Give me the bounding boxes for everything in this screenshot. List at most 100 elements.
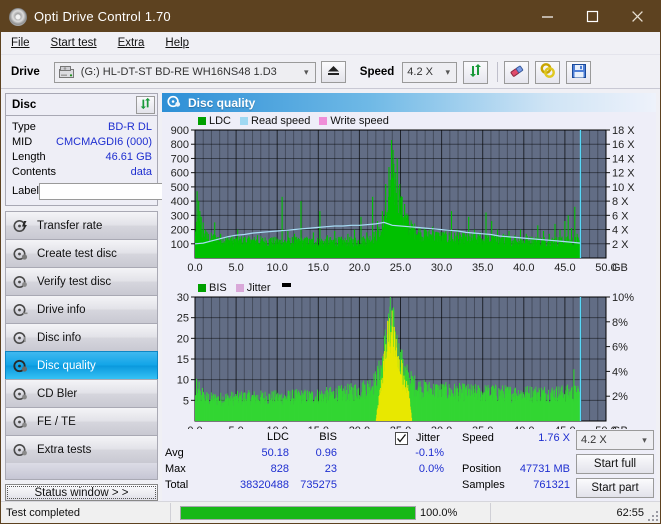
svg-text:5: 5 (183, 395, 189, 407)
disc-label-key: Label (12, 185, 39, 197)
jitter-label: Jitter (416, 432, 440, 444)
stats-col-ldc: LDC (266, 431, 289, 443)
start-part-button[interactable]: Start part (576, 478, 654, 498)
svg-text:600: 600 (171, 168, 189, 180)
ldc-plot-wrap: 100 200 300 400 500 600 700 800 900 2 X 4 X 6 X 8 X 1… (162, 112, 659, 279)
ldc-plot: 100 200 300 400 500 600 700 800 900 2 X 4 X 6 X 8 X 1… (171, 125, 636, 274)
svg-text:2%: 2% (612, 391, 628, 403)
refresh-button[interactable] (463, 60, 489, 84)
stats-avg-bis: 0.96 (315, 447, 337, 459)
disc-row-mid: MID CMCMAGDI6 (000) (12, 134, 152, 149)
app-disc-icon (9, 7, 27, 26)
status-bar: Test completed 100.0% 62:55 (1, 501, 660, 523)
disc-label-row: Label (12, 181, 241, 201)
disc-info-rows: Type BD-R DL MID CMCMAGDI6 (000) Length … (6, 116, 241, 205)
disc-row-contents-value: data (130, 165, 152, 178)
sidebar-item-fe-te[interactable]: FE / TE (5, 407, 158, 435)
sidebar-item-transfer-rate[interactable]: Transfer rate (5, 211, 158, 239)
speed-label: Speed (359, 66, 395, 78)
bitsetting-button[interactable] (535, 60, 561, 84)
sidebar-item-label: CD Bler (37, 387, 78, 400)
menu-help-label: Help (165, 37, 190, 49)
svg-text:25.0: 25.0 (390, 262, 411, 274)
erase-button[interactable] (504, 60, 530, 84)
content-panel: Disc quality LDC Read speed Write speed … (162, 93, 656, 501)
svg-text:12 X: 12 X (612, 168, 635, 180)
disc-row-mid-value: CMCMAGDI6 (000) (56, 135, 152, 148)
test-speed-select[interactable]: 4.2 X ▾ (576, 430, 654, 450)
disc-icon (13, 331, 28, 345)
drive-select-value: (G:) HL-DT-ST BD-RE WH16NS48 1.D3 (80, 66, 277, 78)
svg-text:400: 400 (171, 196, 189, 208)
bitsetting-icon (540, 63, 556, 81)
start-part-label: Start part (591, 482, 639, 494)
svg-text:GB: GB (612, 262, 628, 274)
chevron-down-icon: ▾ (642, 434, 647, 445)
status-window-button[interactable]: Status window > > (5, 484, 158, 501)
position-stat-label: Position (462, 463, 502, 475)
sidebar-item-disc-quality[interactable]: Disc quality (5, 351, 158, 379)
drive-toolbar: Drive (G:) HL-DT-ST BD-RE WH16NS48 1.D3 … (1, 55, 660, 89)
stats-panel: LDC BIS Avg Max Total 50.18 828 38320488… (162, 429, 656, 501)
disc-refresh-button[interactable] (136, 95, 155, 114)
menu-extra-label: Extra (117, 37, 145, 49)
sidebar-item-create-test-disc[interactable]: Create test disc (5, 239, 158, 267)
sidebar-item-label: Disc quality (37, 359, 96, 372)
drive-label: Drive (11, 66, 40, 78)
sidebar: Disc Type BD-R DL MID CMCMAGDI6 (000) Le… (5, 93, 241, 501)
svg-text:2 X: 2 X (612, 239, 629, 251)
svg-text:4%: 4% (612, 366, 628, 378)
status-message-cell: Test completed (1, 503, 171, 522)
status-message: Test completed (6, 506, 80, 519)
sidebar-item-disc-info[interactable]: Disc info (5, 323, 158, 351)
sidebar-item-drive-info[interactable]: Drive info (5, 295, 158, 323)
sidebar-item-cd-bler[interactable]: CD Bler (5, 379, 158, 407)
sidebar-item-label: Extra tests (37, 443, 92, 456)
svg-text:15.0: 15.0 (308, 262, 329, 274)
disc-row-type-key: Type (12, 120, 36, 133)
chevron-down-icon: ▾ (445, 66, 451, 77)
charts-area: LDC Read speed Write speed 100 200 300 400 5… (162, 112, 659, 437)
stats-max-ldc: 828 (270, 463, 289, 475)
disc-panel-header: Disc (6, 94, 157, 116)
menu-start-test[interactable]: Start test (50, 35, 98, 51)
speed-stat-value: 1.76 X (538, 432, 570, 444)
start-full-button[interactable]: Start full (576, 454, 654, 474)
sidebar-spacer (5, 463, 158, 480)
stats-row-total: Total (165, 479, 189, 491)
minimize-icon[interactable] (525, 1, 570, 32)
sidebar-item-label: Disc info (37, 331, 82, 344)
svg-text:20: 20 (177, 333, 189, 345)
disc-icon (13, 219, 28, 233)
menu-file[interactable]: File (10, 35, 31, 51)
refresh-icon (139, 97, 152, 113)
svg-text:100: 100 (171, 239, 189, 251)
speed-select[interactable]: 4.2 X ▾ (402, 61, 458, 83)
svg-text:30: 30 (177, 292, 189, 304)
speed-select-value: 4.2 X (407, 66, 433, 78)
jitter-checkbox[interactable] (395, 432, 408, 445)
disc-row-contents: Contents data (12, 164, 152, 179)
eject-button[interactable] (320, 61, 346, 83)
maximize-icon[interactable] (570, 1, 615, 32)
menu-help[interactable]: Help (164, 35, 190, 51)
svg-text:14 X: 14 X (612, 153, 635, 165)
close-icon[interactable] (615, 1, 660, 32)
menu-extra[interactable]: Extra (117, 35, 146, 51)
disc-row-contents-key: Contents (12, 165, 57, 178)
sidebar-item-extra-tests[interactable]: Extra tests (5, 435, 158, 463)
svg-text:8 X: 8 X (612, 196, 629, 208)
disc-quality-icon (167, 95, 181, 111)
svg-text:40.0: 40.0 (513, 262, 534, 274)
position-stat-value: 47731 MB (519, 463, 570, 475)
title-bar: Opti Drive Control 1.70 (1, 1, 660, 32)
drive-select[interactable]: (G:) HL-DT-ST BD-RE WH16NS48 1.D3 ▾ (53, 61, 316, 83)
svg-text:200: 200 (171, 225, 189, 237)
svg-text:800: 800 (171, 139, 189, 151)
save-button[interactable] (566, 60, 592, 84)
resize-grip[interactable] (648, 511, 658, 521)
sidebar-item-verify-test-disc[interactable]: Verify test disc (5, 267, 158, 295)
disc-row-mid-key: MID (12, 135, 33, 148)
progress-text: 100.0% (420, 506, 458, 519)
disc-icon (13, 275, 28, 289)
